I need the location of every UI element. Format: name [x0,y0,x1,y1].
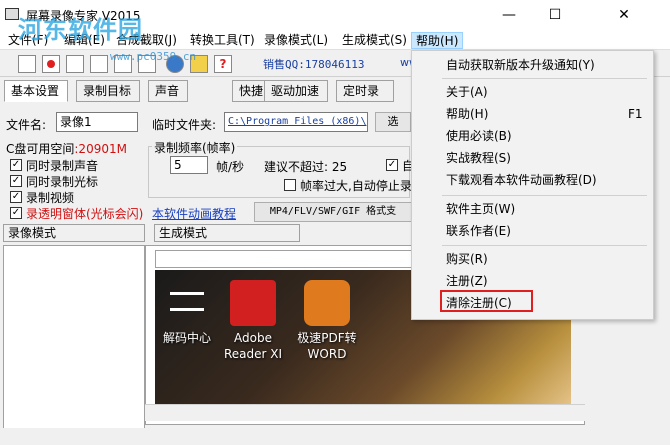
menu-item-must-read[interactable]: 使用必读(B) [446,126,512,146]
menu-generate-mode[interactable]: 生成模式(S) [338,32,411,49]
rec-sound-label: 同时录制声音 [26,159,99,173]
menu-item-tutorial[interactable]: 实战教程(S) [446,148,511,168]
tab-record-mode[interactable]: 录像模式 [3,224,145,242]
menu-item-homepage[interactable]: 软件主页(W) [446,199,515,219]
open-icon[interactable] [66,55,84,73]
choose-folder-button[interactable]: 选 [375,112,411,132]
desktop-icon-label: Adobe Reader XI [223,331,283,361]
menu-item-buy[interactable]: 购买(R) [446,249,488,269]
window-title: 屏幕录像专家 V2015 [26,9,141,23]
close-button[interactable]: ✕ [578,0,670,30]
export-icon[interactable] [138,55,156,73]
rec-cursor-checkbox[interactable]: ✓ [10,175,22,187]
title-bar: 屏幕录像专家 V2015 — ☐ ✕ [0,0,670,30]
fps-input[interactable]: 5 [170,156,208,174]
menu-separator [442,245,647,246]
fps-unit: 帧/秒 [216,160,245,174]
arrows-icon [164,280,210,326]
highlight-box [440,290,533,312]
overrun-checkbox[interactable] [284,179,296,191]
rec-cursor-label: 同时录制光标 [26,175,99,189]
menu-item-about[interactable]: 关于(A) [446,82,488,102]
menu-file[interactable]: 文件(F) [4,32,52,49]
menu-record-mode[interactable]: 录像模式(L) [260,32,332,49]
filename-label: 文件名: [6,118,47,132]
desktop-icon-label: 极速PDF转 WORD [297,331,357,361]
settings-icon[interactable] [114,55,132,73]
tab-sound[interactable]: 声音 [148,80,188,102]
status-bar [0,428,670,445]
menu-compose[interactable]: 合成截取(J) [112,32,181,49]
tempfolder-label: 临时文件夹: [152,118,217,132]
tab-target[interactable]: 录制目标 [76,80,140,102]
desktop-icon-pdf-word[interactable]: 极速PDF转 WORD [295,280,359,362]
menu-separator [442,78,647,79]
maximize-button[interactable]: ☐ [532,0,578,30]
disk-space-label: C盘可用空间:20901M [6,142,127,156]
minimize-button[interactable]: — [486,0,532,30]
desktop-icon-adobe-reader[interactable]: Adobe Reader XI [221,280,285,362]
rec-sound-checkbox[interactable]: ✓ [10,159,22,171]
recording-list[interactable] [3,245,145,430]
menu-convert[interactable]: 转换工具(T) [186,32,259,49]
rec-transparent-label: 录透明窗体(光标会闪) [26,207,144,221]
preview-horizontal-scrollbar[interactable] [145,404,585,421]
user-icon[interactable] [190,55,208,73]
record-icon[interactable] [42,55,60,73]
tab-driver[interactable]: 驱动加速 [264,80,328,102]
menu-item-download-tutorial[interactable]: 下载观看本软件动画教程(D) [446,170,597,190]
menu-help[interactable]: 帮助(H) [411,32,464,49]
tab-basic[interactable]: 基本设置 [4,80,68,102]
overrun-label: 帧率过大,自动停止录 [300,179,412,193]
filename-input[interactable]: 录像1 [56,112,138,132]
save-icon[interactable] [90,55,108,73]
adobe-reader-icon [230,280,276,326]
animation-tutorial-link[interactable]: 本软件动画教程 [152,205,236,222]
desktop-icon-decoder[interactable]: 解码中心 [155,280,219,346]
help-menu-dropdown: 自动获取新版本升级通知(Y) 关于(A) 帮助(H) F1 使用必读(B) 实战… [411,50,654,320]
menu-item-help[interactable]: 帮助(H) [446,104,488,124]
app-icon [5,8,19,20]
rec-transparent-checkbox[interactable]: ✓ [10,207,22,219]
menu-edit[interactable]: 编辑(E) [60,32,109,49]
help-question-icon[interactable]: ? [214,55,232,73]
rec-video-checkbox[interactable]: ✓ [10,191,22,203]
rec-video-label: 录制视频 [26,191,75,205]
pdf-converter-icon [304,280,350,326]
tab-generate-mode[interactable]: 生成模式 [154,224,300,242]
menu-separator [442,195,647,196]
menu-item-contact[interactable]: 联系作者(E) [446,221,511,241]
menu-item-auto-update[interactable]: 自动获取新版本升级通知(Y) [446,55,595,75]
help-shortcut: F1 [628,107,643,121]
globe-icon[interactable] [166,55,184,73]
desktop-icon-label: 解码中心 [162,331,211,345]
tempfolder-input[interactable]: C:\Program Files (x86)\ [224,112,368,132]
fps-hint: 建议不超过: 25 [264,160,348,174]
format-support-button[interactable]: MP4/FLV/SWF/GIF 格式支 [254,202,412,222]
menu-item-register[interactable]: 注册(Z) [446,271,488,291]
fps-group-title: 录制频率(帧率) [152,139,238,156]
new-icon[interactable] [18,55,36,73]
auto-checkbox[interactable]: ✓ [386,159,398,171]
menu-bar: 文件(F) 编辑(E) 合成截取(J) 转换工具(T) 录像模式(L) 生成模式… [0,30,670,50]
tab-timer[interactable]: 定时录制 [336,80,394,118]
sales-qq: 销售QQ:178046113 [263,58,365,71]
